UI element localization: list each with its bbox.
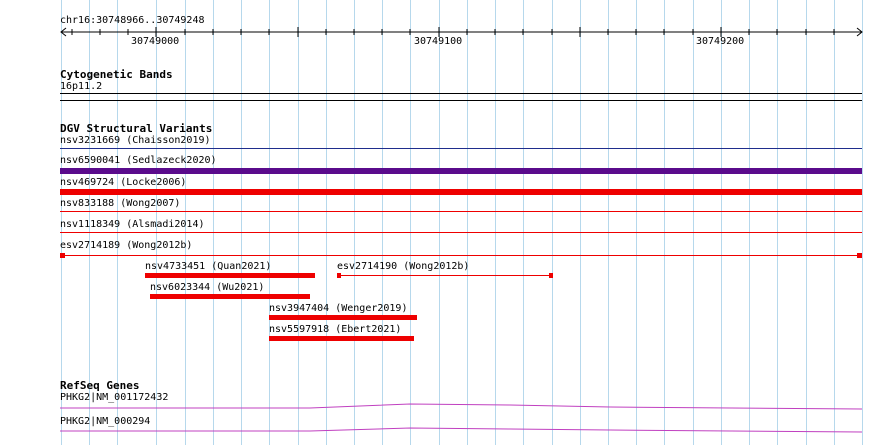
gene-feature bbox=[60, 427, 863, 433]
gene-label[interactable]: PHKG2|NM_000294 bbox=[60, 416, 150, 428]
gene-models bbox=[60, 403, 863, 433]
gene-feature bbox=[60, 403, 863, 410]
